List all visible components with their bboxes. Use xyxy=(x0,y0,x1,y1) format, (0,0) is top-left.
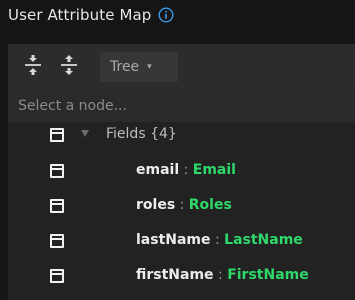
collapse-all-icon xyxy=(23,54,43,80)
view-mode-dropdown[interactable]: Tree ▾ xyxy=(100,52,178,82)
expand-all-icon xyxy=(59,54,79,80)
field-key: lastName xyxy=(136,232,211,248)
header: User Attribute Map xyxy=(8,4,174,26)
tree-row-roles[interactable]: roles : Roles xyxy=(8,193,355,219)
node-checkbox[interactable] xyxy=(50,269,64,283)
collapse-all-button[interactable] xyxy=(18,52,48,82)
view-mode-label: Tree xyxy=(110,59,140,75)
field-entry: firstName : FirstName xyxy=(136,267,309,283)
info-circle-icon[interactable] xyxy=(158,7,174,23)
field-value: FirstName xyxy=(227,267,309,283)
tree-row-firstname[interactable]: firstName : FirstName xyxy=(8,263,355,289)
page-title: User Attribute Map xyxy=(8,6,152,24)
caret-down-icon[interactable] xyxy=(81,130,89,137)
node-checkbox[interactable] xyxy=(50,234,64,248)
field-entry: email : Email xyxy=(136,162,236,178)
field-key: roles xyxy=(136,197,176,213)
expand-all-button[interactable] xyxy=(54,52,84,82)
tree-toolbar: Tree ▾ xyxy=(8,44,355,89)
node-checkbox[interactable] xyxy=(50,199,64,213)
field-value: LastName xyxy=(224,232,303,248)
tree-view: Fields {4} email : Email roles : Roles l… xyxy=(8,122,355,300)
fields-node-label: Fields {4} xyxy=(106,126,177,142)
tree-row-email[interactable]: email : Email xyxy=(8,158,355,184)
field-value: Email xyxy=(192,162,236,178)
node-search-input[interactable] xyxy=(8,89,355,122)
field-key: firstName xyxy=(136,267,214,283)
node-checkbox[interactable] xyxy=(50,164,64,178)
field-entry: roles : Roles xyxy=(136,197,232,213)
field-entry: lastName : LastName xyxy=(136,232,303,248)
field-value: Roles xyxy=(188,197,232,213)
user-attribute-map-widget: User Attribute Map Tree ▾ Select a node.… xyxy=(0,0,355,300)
tree-row-lastname[interactable]: lastName : LastName xyxy=(8,228,355,254)
tree-row-fields[interactable]: Fields {4} xyxy=(8,122,355,148)
field-key: email xyxy=(136,162,180,178)
node-checkbox[interactable] xyxy=(50,128,64,142)
chevron-down-icon: ▾ xyxy=(147,62,152,72)
tree-panel: Tree ▾ Fields {4} email : Email roles : … xyxy=(8,44,355,300)
